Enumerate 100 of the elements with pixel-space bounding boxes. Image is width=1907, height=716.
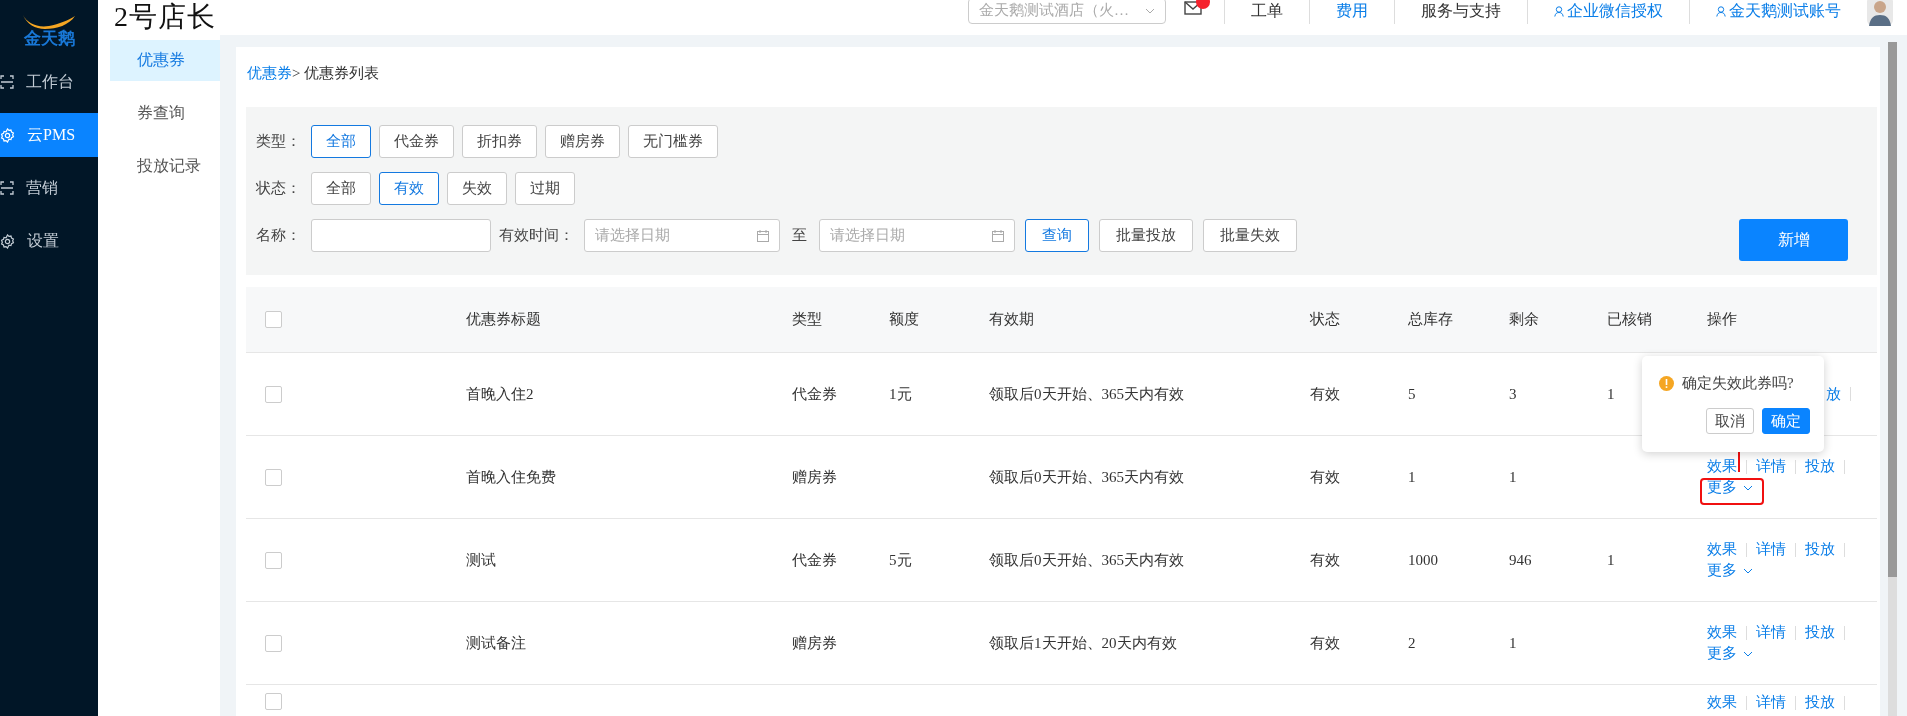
frame-icon: [0, 181, 14, 195]
subnav-item[interactable]: 券查询: [110, 93, 220, 134]
row-checkbox[interactable]: [265, 693, 282, 710]
frame-icon: [0, 75, 14, 89]
table-cell-text: 1: [1607, 551, 1616, 569]
table-cell-text: 有效: [1310, 633, 1341, 653]
column-header: 额度: [889, 310, 920, 329]
action-link[interactable]: 详情: [1756, 457, 1786, 476]
column-header: 有效期: [989, 310, 1035, 329]
filter-option[interactable]: 过期: [515, 172, 575, 205]
filter-option[interactable]: 失效: [447, 172, 507, 205]
table-cell-text: 领取后0天开始、365天内有效: [989, 550, 1185, 570]
filter-option[interactable]: 赠房券: [545, 125, 620, 158]
app-title: 2号店长: [114, 0, 216, 33]
chevron-down-icon: [1743, 650, 1753, 657]
more-dropdown[interactable]: 更多: [1707, 478, 1753, 497]
row-checkbox[interactable]: [265, 634, 282, 652]
highlight-box: [1700, 478, 1764, 505]
confirm-button[interactable]: 确定: [1762, 408, 1810, 434]
column-header: 优惠券标题: [466, 310, 542, 329]
name-input[interactable]: [311, 219, 491, 252]
sidebar-item[interactable]: 工作台: [0, 60, 98, 104]
header-link[interactable]: 服务与支持: [1394, 0, 1527, 24]
action-link[interactable]: 效果: [1707, 623, 1737, 642]
add-button[interactable]: 新增: [1739, 219, 1848, 261]
subnav-item[interactable]: 优惠券: [110, 40, 220, 81]
action-link[interactable]: 投放: [1805, 540, 1835, 559]
header-link[interactable]: 工单: [1224, 0, 1309, 24]
more-dropdown[interactable]: 更多: [1707, 561, 1753, 580]
end-date-field[interactable]: 请选择日期: [819, 219, 1015, 252]
action-link[interactable]: 投放: [1805, 457, 1835, 476]
filter-option[interactable]: 全部: [311, 125, 371, 158]
table-cell-text: 首晚入住免费: [466, 467, 557, 487]
user-icon: [1716, 6, 1726, 17]
table-cell-text: 1: [1408, 468, 1417, 486]
table-cell-text: 946: [1509, 551, 1533, 569]
column-header: 操作: [1707, 310, 1738, 329]
action-link[interactable]: 投放: [1805, 693, 1835, 712]
column-header: 类型: [792, 310, 823, 329]
filter-button[interactable]: 批量投放: [1099, 219, 1193, 252]
avatar[interactable]: [1867, 0, 1893, 26]
chevron-down-icon: [1145, 7, 1155, 14]
breadcrumb-link[interactable]: 优惠券: [247, 64, 292, 83]
table-cell-text: 1: [1607, 385, 1616, 403]
sidebar-item[interactable]: 营销: [0, 166, 98, 210]
table-cell-text: 有效: [1310, 550, 1341, 570]
action-link[interactable]: 放: [1826, 384, 1841, 404]
row-checkbox[interactable]: [265, 385, 282, 403]
action-link[interactable]: 效果: [1707, 457, 1737, 476]
filter-button[interactable]: 查询: [1025, 219, 1089, 252]
table-cell-text: 首晚入住2: [466, 384, 535, 404]
table-cell-text: 5: [1408, 385, 1417, 403]
header-link[interactable]: 企业微信授权: [1527, 0, 1689, 24]
table-cell-text: 代金券: [792, 384, 838, 404]
filter-label: 有效时间：: [499, 226, 574, 245]
action-link[interactable]: 详情: [1756, 623, 1786, 642]
more-dropdown[interactable]: 更多: [1707, 644, 1753, 663]
scrollbar-thumb[interactable]: [1888, 42, 1897, 577]
row-checkbox[interactable]: [265, 551, 282, 569]
subnav-item[interactable]: 投放记录: [110, 146, 220, 187]
cancel-button[interactable]: 取消: [1706, 408, 1754, 434]
table-cell-text: 1: [1509, 468, 1518, 486]
filter-option[interactable]: 有效: [379, 172, 439, 205]
filter-option[interactable]: 折扣券: [462, 125, 537, 158]
sidebar-item[interactable]: 设置: [0, 219, 98, 263]
sidebar-item[interactable]: 云PMS: [0, 113, 98, 157]
table-cell-text: 测试: [466, 550, 497, 570]
filter-button[interactable]: 批量失效: [1203, 219, 1297, 252]
table-cell-text: 2: [1408, 634, 1417, 652]
action-link[interactable]: 详情: [1756, 540, 1786, 559]
filter-option[interactable]: 无门槛券: [628, 125, 718, 158]
table-cell-text: 1000: [1408, 551, 1439, 569]
table-cell-text: 测试备注: [466, 633, 527, 653]
filter-option[interactable]: 代金券: [379, 125, 454, 158]
calendar-icon: [757, 229, 769, 242]
action-link[interactable]: 效果: [1707, 693, 1737, 712]
warning-icon: [1659, 376, 1674, 391]
row-checkbox[interactable]: [265, 468, 282, 486]
calendar-icon: [992, 229, 1004, 242]
table-cell-text: 5元: [889, 550, 913, 570]
select-all-checkbox[interactable]: [265, 311, 282, 328]
action-link[interactable]: 投放: [1805, 623, 1835, 642]
user-icon: [1554, 6, 1564, 17]
breadcrumb-current: > 优惠券列表: [292, 64, 380, 83]
column-header: 状态: [1310, 310, 1341, 329]
column-header: 剩余: [1509, 310, 1540, 329]
header-link[interactable]: 费用: [1309, 0, 1394, 24]
action-link[interactable]: 详情: [1756, 693, 1786, 712]
table-cell-text: 赠房券: [792, 467, 838, 487]
start-date-field[interactable]: 请选择日期: [584, 219, 780, 252]
table-cell-text: 有效: [1310, 467, 1341, 487]
chevron-down-icon: [1743, 567, 1753, 574]
filter-option[interactable]: 全部: [311, 172, 371, 205]
mail-icon[interactable]: [1184, 0, 1202, 15]
filter-label: 类型：: [256, 132, 301, 151]
action-link[interactable]: 效果: [1707, 540, 1737, 559]
table-cell-text: 3: [1509, 385, 1518, 403]
confirm-message: 确定失效此券吗?: [1682, 374, 1794, 393]
hotel-select[interactable]: 金天鹅测试酒店（火…: [968, 0, 1166, 24]
gear-icon: [0, 127, 15, 143]
